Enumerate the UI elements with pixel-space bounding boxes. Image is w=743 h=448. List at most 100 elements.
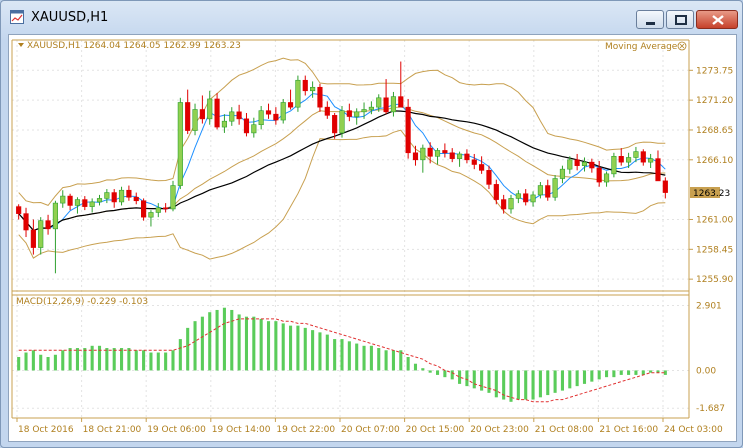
candle-body [332,115,338,134]
macd-label: MACD(12,26,9) -0.229 -0.103 [16,297,148,307]
candle-body [464,153,470,161]
chart-window: XAUUSD,H1 1273.75 1271.20 1268.65 1266.10 12… [0,0,743,448]
candle-body [618,156,624,163]
time-tick-label: 18 Oct 21:00 [83,425,142,435]
candle-body [52,202,58,230]
candle-body [177,102,183,186]
candle-body [148,212,154,218]
candle-body [60,195,66,204]
minimize-icon [646,22,655,25]
candle-body [104,192,110,199]
candle-body [449,152,455,159]
maximize-button[interactable] [666,10,694,29]
maximize-icon [675,15,687,25]
candle-body [243,118,250,134]
candle [177,97,183,190]
candle-body [185,102,191,131]
candle-body [317,86,323,108]
candle-body [82,199,88,207]
candle-body [265,110,272,115]
candle-body [574,159,580,166]
candle-body [486,170,492,185]
candle-body [501,199,507,210]
candle-body [442,150,448,154]
candle-body [559,168,566,179]
candle-body [626,157,632,163]
minimize-button[interactable] [636,10,664,29]
candle-body [38,220,44,248]
candle-body [508,198,514,210]
candle-body [523,193,529,203]
candle-body [479,164,485,171]
candle [280,98,286,124]
close-icon [712,15,724,25]
chart-window-icon [10,10,24,24]
candle-body [45,220,51,230]
candle-body [207,98,213,120]
candle-body [89,201,95,207]
macd-tick-label: -1.687 [696,404,725,414]
candle-body [96,198,103,203]
candle-body [192,109,198,131]
candle-body [493,184,499,200]
candle [611,152,617,178]
time-tick-label: 21 Oct 16:00 [599,425,658,435]
time-tick-label: 20 Oct 07:00 [341,425,400,435]
candle-body [530,194,536,203]
candle-body [611,156,617,175]
candle-body [280,102,286,121]
candle-body [141,200,147,218]
time-tick-label: 20 Oct 23:00 [470,425,529,435]
candle-body [155,207,161,213]
candle-body [412,152,419,161]
candle-body [74,199,81,206]
candle-body [537,185,543,196]
price-chart[interactable]: 1273.75 1271.20 1268.65 1266.10 1261.00 1258.… [9,35,736,441]
candle-body [221,120,228,128]
close-button[interactable] [696,10,738,29]
candle-body [30,229,36,248]
candle-body [655,158,661,182]
candle-body [456,153,463,159]
candle-body [236,111,242,120]
candle-body [640,151,646,163]
price-tick-label: 1271.20 [696,96,733,106]
candle-body [346,110,352,117]
time-tick-label: 18 Oct 2016 [18,425,74,435]
candle-body [405,106,411,154]
candle-body [287,102,294,108]
time-tick-label: 24 Oct 03:00 [664,425,723,435]
chart-area[interactable]: 1273.75 1271.20 1268.65 1266.10 1261.00 1258.… [8,34,737,442]
candle-body [229,111,235,122]
candle-body [581,161,588,166]
candle-body [552,178,558,198]
candle-body [589,161,595,169]
candle-body [596,167,602,183]
indicator-label: Moving Average [605,42,678,52]
title-bar[interactable]: XAUUSD,H1 [1,1,742,35]
candle-body [133,196,139,202]
macd-tick-label: 0.00 [696,366,716,376]
current-price-label: 1263.23 [693,189,730,199]
candle-body [662,180,668,193]
macd-tick-label: 2.901 [696,301,722,311]
candle-body [118,189,125,203]
price-tick-label: 1266.10 [696,156,733,166]
price-tick-label: 1258.45 [696,245,733,255]
candle-body [199,109,205,120]
candle-body [67,195,73,206]
candle-body [383,97,389,113]
candle-body [214,98,220,128]
time-tick-label: 19 Oct 14:00 [212,425,271,435]
candle-body [398,96,404,108]
candle-body [603,173,610,183]
candle-body [251,124,257,134]
candle-body [361,109,367,113]
candle-body [111,192,117,203]
candle-body [295,79,301,108]
price-tick-label: 1255.90 [696,275,733,285]
time-tick-label: 20 Oct 15:00 [406,425,465,435]
candle-body [420,147,426,161]
candle [552,175,558,201]
time-tick-label: 21 Oct 08:00 [535,425,594,435]
